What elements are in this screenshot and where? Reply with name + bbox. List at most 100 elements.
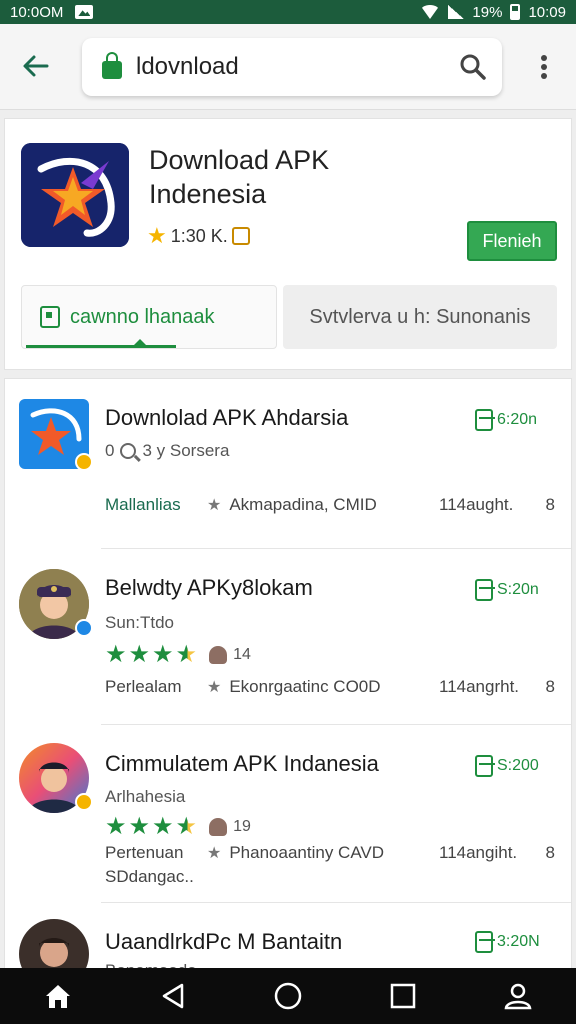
signal-icon xyxy=(448,5,465,19)
rating-count: 19 xyxy=(209,818,251,836)
verified-badge-icon xyxy=(75,453,93,471)
star-logo-icon xyxy=(21,143,129,247)
meta-developer: Akmapadina, CMID xyxy=(229,495,377,514)
meta-category: Perlealam xyxy=(105,677,182,696)
back-button[interactable] xyxy=(18,50,54,82)
price-tag-icon xyxy=(475,931,495,953)
tab-secondary[interactable]: Svtvlerva u h: Sunonanis xyxy=(283,285,557,349)
list-item-meta: Mallanlias ★ Akmapadina, CMID 114aught. … xyxy=(105,495,555,515)
recents-nav-button[interactable] xyxy=(383,976,423,1016)
person-icon xyxy=(504,983,532,1010)
wifi-icon xyxy=(420,5,441,19)
lock-icon xyxy=(102,52,122,79)
rating-count: 14 xyxy=(209,646,251,664)
list-item-meta: Perlealam ★ Ekonrgaatinc CO0D 114angrht.… xyxy=(105,677,555,697)
meta-rank: 8 xyxy=(545,843,555,862)
list-item[interactable]: Downlolad APK Ahdarsia 0 3 y Sorsera 6:2… xyxy=(5,379,571,549)
meta-size: 114angrht. xyxy=(439,677,520,696)
more-options-icon[interactable] xyxy=(530,52,558,82)
home-nav-button[interactable] xyxy=(38,976,78,1016)
tab-secondary-label: Svtvlerva u h: Sunonanis xyxy=(309,305,531,328)
price-tag-icon xyxy=(475,579,495,601)
search-field[interactable]: ldovnload xyxy=(82,38,502,96)
list-item-sub-prefix: 0 xyxy=(105,441,115,460)
list-item-title: Downlolad APK Ahdarsia xyxy=(105,405,349,430)
meta-size: 114aught. xyxy=(439,495,514,514)
list-item[interactable]: Cimmulatem APK Indanesia Arlhahesia ★ ★ … xyxy=(5,725,571,903)
app-icon[interactable] xyxy=(21,143,129,247)
list-item-title: Belwdty APKy8lokam xyxy=(105,575,313,600)
star-icon: ★ xyxy=(152,641,174,668)
status-bar: 10:0OM 19% 10:09 xyxy=(0,0,576,24)
user-icon xyxy=(209,818,228,836)
list-item-meta: Pertenuan ★ Phanoaantiny CAVD 114angiht.… xyxy=(105,843,555,863)
list-item-price[interactable]: 3:20N xyxy=(475,931,540,953)
price-label: 6:20n xyxy=(497,411,538,428)
star-icon: ★ xyxy=(128,813,151,840)
meta-category: Mallanlias xyxy=(105,495,181,514)
rating-stars: ★ ★ ★ ★ 14 xyxy=(105,643,251,667)
tab-primary[interactable]: cawnno lhanaak xyxy=(21,285,277,349)
list-item-subtitle: Sun:Ttdo xyxy=(105,613,174,632)
price-label: 3:20N xyxy=(497,933,540,950)
arrow-left-icon xyxy=(23,55,49,77)
rating-value: 14 xyxy=(233,646,251,663)
star-icon: ★ xyxy=(105,641,127,668)
status-time-right: 10:09 xyxy=(528,3,566,21)
square-recents-icon xyxy=(390,983,416,1009)
back-nav-button[interactable] xyxy=(153,976,193,1016)
price-tag-icon xyxy=(475,409,495,431)
search-input[interactable]: ldovnload xyxy=(136,53,458,81)
list-item-extra: SDdangac.. xyxy=(105,867,194,886)
tab-indicator xyxy=(26,339,176,348)
list-item-title: UaandlrkdPc M Bantaitn xyxy=(105,929,343,954)
list-item-price[interactable]: S:20n xyxy=(475,579,539,601)
gallery-notification-icon xyxy=(75,5,94,19)
search-icon[interactable] xyxy=(458,52,488,82)
star-icon: ★ xyxy=(152,813,174,840)
list-item-sub-text: 3 y Sorsera xyxy=(142,441,230,460)
triangle-back-icon xyxy=(162,983,184,1009)
meta-category: Pertenuan xyxy=(105,843,184,862)
system-nav-bar xyxy=(0,968,576,1024)
star-half-icon: ★ xyxy=(175,813,198,840)
calendar-icon xyxy=(40,306,60,328)
user-icon xyxy=(209,646,228,664)
star-icon: ★ xyxy=(128,641,151,668)
list-item[interactable]: UaandlrkdPc M Bantaitn Bonomaada 3:20N xyxy=(5,903,571,977)
tab-primary-label: cawnno lhanaak xyxy=(70,305,215,328)
search-icon xyxy=(120,443,137,459)
meta-developer: Ekonrgaatinc CO0D xyxy=(229,677,381,696)
thumbs-up-icon xyxy=(231,227,250,245)
app-rating: ★ 1:30 K. xyxy=(147,223,250,249)
app-list: Downlolad APK Ahdarsia 0 3 y Sorsera 6:2… xyxy=(4,378,572,978)
profile-nav-button[interactable] xyxy=(498,976,538,1016)
status-time-left: 10:0OM xyxy=(10,3,64,21)
list-item-subtitle: 0 3 y Sorsera xyxy=(105,441,229,461)
install-button[interactable]: Flenieh xyxy=(467,221,557,261)
star-icon: ★ xyxy=(207,497,222,514)
top-app-bar: ldovnload xyxy=(0,24,576,110)
circle-home-icon xyxy=(274,982,302,1010)
meta-rank: 8 xyxy=(545,677,555,696)
star-icon: ★ xyxy=(105,813,127,840)
star-icon: ★ xyxy=(207,679,222,696)
star-icon: ★ xyxy=(207,845,222,862)
price-label: S:20n xyxy=(497,581,539,598)
verified-badge-icon xyxy=(75,793,93,811)
home-icon xyxy=(45,985,70,1008)
price-tag-icon xyxy=(475,755,495,777)
rating-count: 1:30 K. xyxy=(170,225,228,246)
app-header-card: Download APK Indenesia ★ 1:30 K. Flenieh… xyxy=(4,118,572,370)
battery-percent: 19% xyxy=(472,3,503,21)
list-item-price[interactable]: S:200 xyxy=(475,755,539,777)
app-title: Download APK Indenesia xyxy=(149,145,330,209)
rating-value: 19 xyxy=(233,818,251,835)
battery-icon xyxy=(510,4,521,20)
rating-stars: ★ ★ ★ ★ 19 xyxy=(105,815,251,839)
list-item-price[interactable]: 6:20n xyxy=(475,409,537,431)
list-item-title: Cimmulatem APK Indanesia xyxy=(105,751,379,776)
meta-rank: 8 xyxy=(545,495,555,514)
home-circle-button[interactable] xyxy=(268,976,308,1016)
list-item[interactable]: Belwdty APKy8lokam Sun:Ttdo ★ ★ ★ ★ 14 S… xyxy=(5,549,571,725)
